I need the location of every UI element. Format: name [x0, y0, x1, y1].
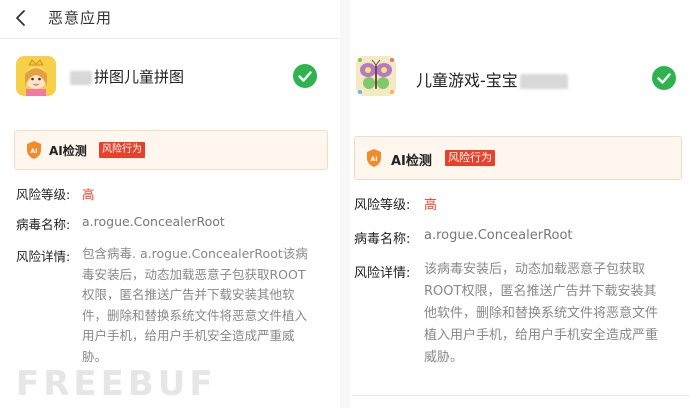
app-name-left: 拼图儿童拼图: [70, 66, 184, 87]
detail-line: 件，删除和替换系统文件将恶意文件植入: [82, 307, 308, 323]
virus-name-value: a.rogue.ConcealerRoot: [424, 228, 573, 243]
virus-name-label: 病毒名称:: [354, 232, 411, 247]
app-name-right: 儿童游戏-宝宝: [416, 67, 568, 91]
ai-shield-icon: AI: [27, 141, 41, 159]
svg-text:AI: AI: [371, 156, 378, 163]
watermark: FREEBUF: [16, 364, 217, 404]
ai-detection-box: AI AI检测 风险行为: [14, 130, 328, 170]
nav-bar: 恶意应用: [0, 0, 340, 39]
detail-line: 威胁。: [424, 350, 464, 365]
app-icon-puzzle-princess: [16, 56, 56, 96]
app-icon-butterfly: [356, 56, 396, 96]
ai-detection-label: AI检测: [49, 144, 87, 158]
detail-line: 该病毒安装后，动态加载恶意子包获取: [424, 262, 646, 277]
risk-behavior-tag: 风险行为: [99, 142, 145, 158]
right-panel: 儿童游戏-宝宝 AI AI检测 风险行为 风险等级: 高 病毒名称: a.rog…: [350, 0, 690, 408]
virus-name-label: 病毒名称:: [16, 217, 71, 232]
detail-line: 植入用户手机，给用户手机安全造成严重: [424, 328, 659, 343]
risk-detail-text: 包含病毒. a.rogue.ConcealerRoot该病 毒安装后，动态加载恶…: [82, 244, 332, 367]
panel-divider: [340, 0, 350, 408]
risk-level-value: 高: [424, 198, 438, 213]
risk-behavior-tag: 风险行为: [445, 150, 495, 166]
check-circle-icon: [652, 66, 676, 90]
ai-detection-label: AI检测: [391, 154, 432, 169]
detail-line: 权限，匿名推送广告并下载安装其他软: [82, 287, 295, 302]
risk-detail-label: 风险详情:: [16, 249, 71, 264]
virus-name-value: a.rogue.ConcealerRoot: [82, 214, 225, 229]
detail-line: 毒安装后，动态加载恶意子包获取ROOT: [82, 266, 306, 282]
left-panel: 恶意应用 拼图儿童拼图 AI AI检测 风险行为 风险等级: 高 病毒名称: a…: [0, 0, 340, 408]
risk-level-label: 风险等级:: [16, 187, 71, 202]
detail-line: 包含病毒. a.rogue.ConcealerRoot该病: [82, 246, 308, 261]
back-arrow-icon[interactable]: [12, 9, 30, 27]
ai-shield-icon: AI: [367, 149, 381, 167]
app-row-right[interactable]: 儿童游戏-宝宝: [350, 48, 690, 108]
risk-level-label: 风险等级:: [354, 198, 411, 213]
detail-line: 他软件，删除和替换系统文件将恶意文件: [424, 306, 659, 321]
app-name-text: 儿童游戏-宝宝: [416, 71, 518, 90]
redacted-text: [70, 70, 92, 85]
bottom-divider: [352, 395, 690, 396]
ai-detection-box: AI AI检测 风险行为: [354, 136, 682, 180]
page-title: 恶意应用: [48, 9, 113, 27]
redacted-text: [519, 74, 568, 89]
risk-detail-label: 风险详情:: [354, 266, 411, 281]
risk-level-value: 高: [82, 187, 95, 202]
check-circle-icon: [293, 64, 317, 88]
risk-detail-text: 该病毒安装后，动态加载恶意子包获取 ROOT权限，匿名推送广告并下载安装其 他软…: [424, 259, 686, 369]
app-name-text: 拼图儿童拼图: [94, 68, 185, 86]
svg-text:AI: AI: [31, 148, 38, 155]
detail-line: 用户手机，给用户手机安全造成严重威: [82, 328, 295, 343]
detail-line: ROOT权限，匿名推送广告并下载安装其: [424, 284, 657, 299]
app-row-left[interactable]: 拼图儿童拼图: [0, 46, 340, 106]
